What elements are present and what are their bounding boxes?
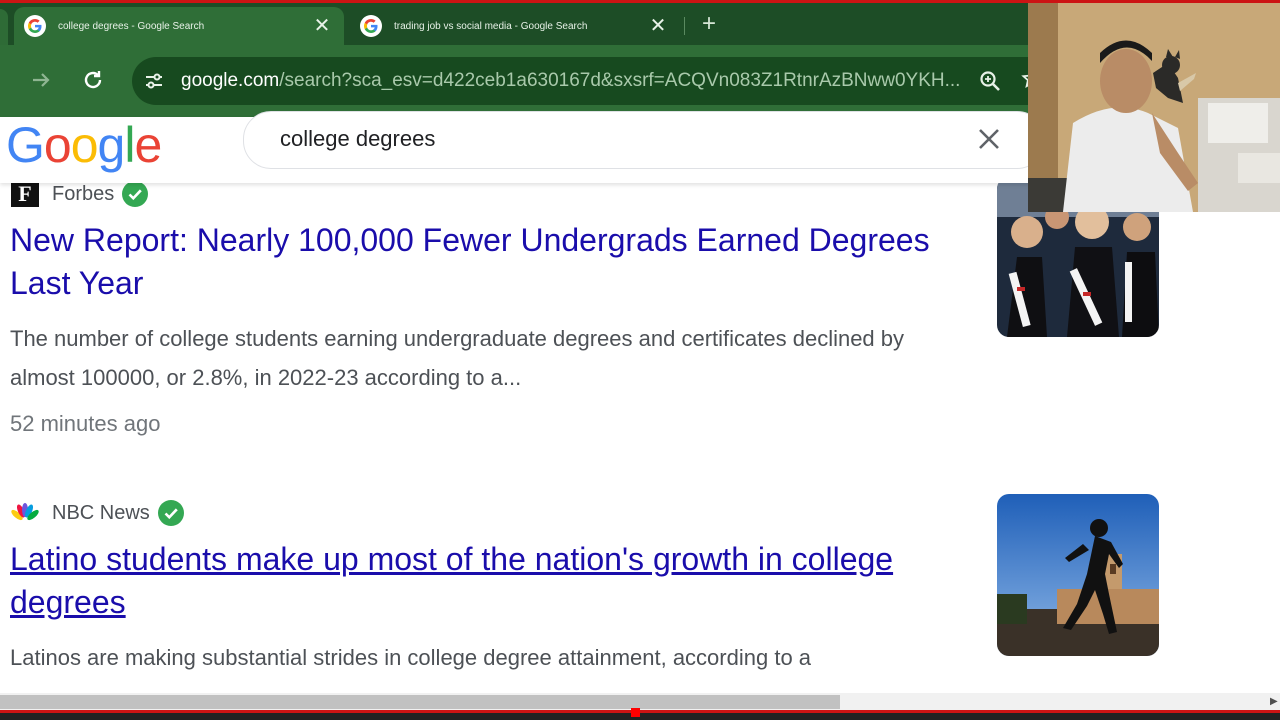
webcam-overlay <box>1028 3 1280 212</box>
logo-letter: o <box>43 117 72 173</box>
tab-title: trading job vs social media - Google Sea… <box>394 20 588 32</box>
search-input[interactable]: college degrees <box>280 126 435 152</box>
site-info-icon[interactable] <box>142 69 166 93</box>
close-tab-icon[interactable]: ✕ <box>646 15 670 37</box>
logo-letter: o <box>70 117 99 173</box>
url-host: google.com <box>181 70 280 91</box>
result-title-link[interactable]: Latino students make up most of the nati… <box>10 538 950 624</box>
search-box[interactable]: college degrees <box>243 111 1045 169</box>
result-source[interactable]: NBC News <box>10 498 950 528</box>
result-source[interactable]: F Forbes <box>10 179 950 209</box>
logo-letter: G <box>6 117 45 173</box>
source-name: Forbes <box>52 182 115 205</box>
tab-edge <box>0 9 8 45</box>
logo-letter: g <box>97 117 126 173</box>
search-result: F Forbes New Report: Nearly 100,000 Fewe… <box>10 179 950 437</box>
zoom-icon[interactable] <box>978 69 1002 93</box>
verified-check-icon <box>157 500 184 526</box>
address-bar[interactable]: google.com/search?sca_esv=d422ceb1a63016… <box>132 57 1052 105</box>
forbes-logo-icon: F <box>10 180 40 208</box>
search-result: NBC News Latino students make up most of… <box>10 498 950 677</box>
logo-letter: l <box>124 117 135 173</box>
reload-icon[interactable] <box>80 67 106 93</box>
scroll-right-arrow-icon[interactable]: ▶ <box>1270 696 1278 707</box>
source-name: NBC News <box>52 501 150 524</box>
tab-separator <box>684 17 685 35</box>
nbc-peacock-logo-icon <box>10 499 40 527</box>
video-progress-bar[interactable] <box>0 708 1280 720</box>
result-time: 52 minutes ago <box>10 411 161 436</box>
new-tab-button[interactable]: + <box>696 11 722 37</box>
url-path: /search?sca_esv=d422ceb1a630167d&sxsrf=A… <box>279 70 961 91</box>
url-text[interactable]: google.com/search?sca_esv=d422ceb1a63016… <box>181 70 981 92</box>
forward-arrow-icon[interactable] <box>28 67 54 93</box>
clear-search-icon[interactable] <box>974 124 1004 154</box>
close-tab-icon[interactable]: ✕ <box>310 15 334 37</box>
logo-letter: e <box>134 117 162 173</box>
result-snippet: Latinos are making substantial strides i… <box>10 645 812 670</box>
tab-college-degrees[interactable]: college degrees - Google Search ✕ <box>14 7 344 45</box>
google-logo[interactable]: Google <box>6 115 162 175</box>
google-favicon-icon <box>360 15 382 37</box>
result-snippet: The number of college students earning u… <box>10 326 905 390</box>
scrollbar-thumb[interactable] <box>0 695 840 709</box>
result-title-link[interactable]: New Report: Nearly 100,000 Fewer Undergr… <box>10 219 950 305</box>
tab-title: college degrees - Google Search <box>58 20 205 32</box>
progress-handle[interactable] <box>631 708 640 717</box>
progress-fill <box>0 710 1280 713</box>
google-favicon-icon <box>24 15 46 37</box>
tab-trading-job[interactable]: trading job vs social media - Google Sea… <box>350 7 680 45</box>
horizontal-scrollbar[interactable]: ▶ <box>0 693 1280 710</box>
top-red-line <box>0 0 1280 3</box>
verified-check-icon <box>122 181 149 207</box>
campus-runner-thumbnail[interactable] <box>997 494 1159 656</box>
